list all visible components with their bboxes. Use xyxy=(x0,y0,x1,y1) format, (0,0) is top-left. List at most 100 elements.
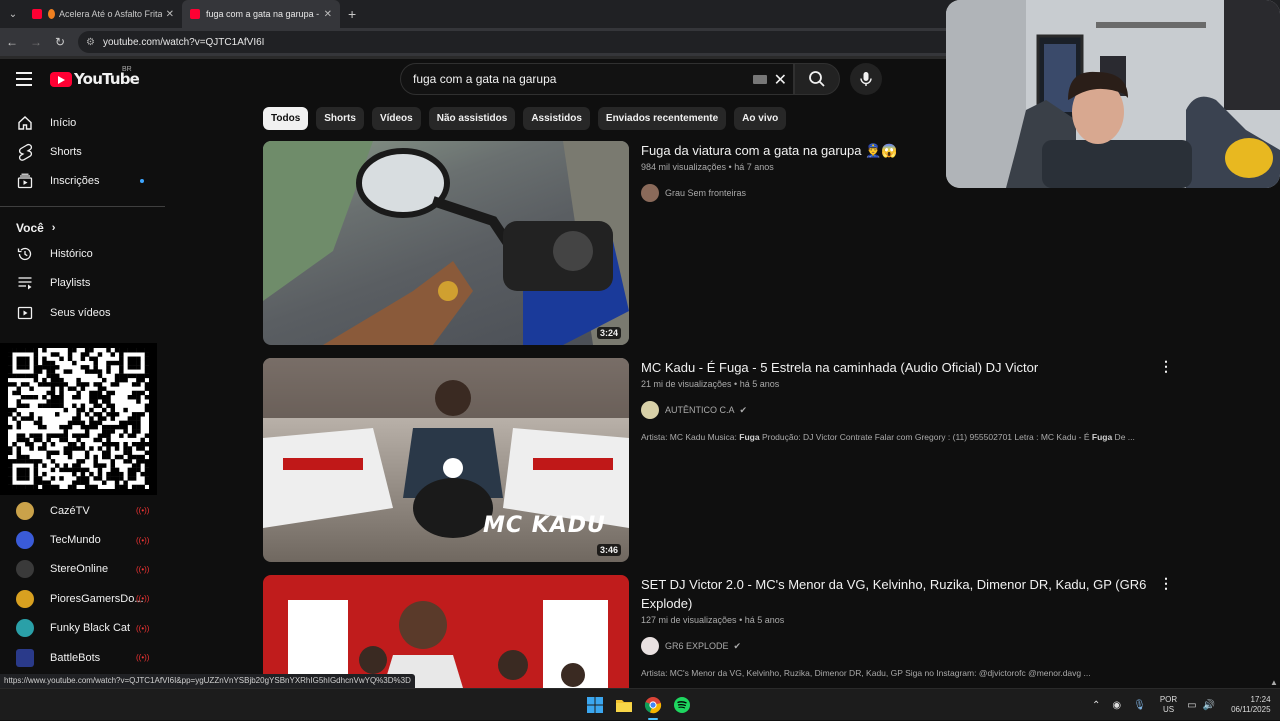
clock[interactable]: 17:24 06/11/2025 xyxy=(1231,695,1270,715)
qr-code-overlay xyxy=(0,343,157,495)
volume-icon[interactable]: 🔊 xyxy=(1203,700,1215,711)
subscription-label: Funky Black Cat xyxy=(50,622,131,635)
sidebar-divider xyxy=(0,206,165,208)
chip-shorts[interactable]: Shorts xyxy=(316,107,364,130)
subscription-item[interactable]: Funky Black Cat ((•)) xyxy=(0,614,165,643)
chip-live[interactable]: Ao vivo xyxy=(734,107,787,130)
subscription-label: BattleBots xyxy=(50,651,101,664)
sidebar-item-shorts[interactable]: Shorts xyxy=(0,137,165,166)
browser-tab-active[interactable]: fuga com a gata na garupa - Yo ✕ xyxy=(182,0,340,28)
browser-tab[interactable]: Acelera Até o Asfalto Fritar ✕ xyxy=(24,0,182,28)
channel-avatar xyxy=(16,589,34,608)
subscription-item[interactable]: CazéTV ((•)) xyxy=(0,496,165,525)
subscription-item[interactable]: PioresGamersDo... ((•)) xyxy=(0,584,165,613)
network-icon[interactable]: ▭ xyxy=(1187,700,1196,711)
more-actions-icon[interactable]: ⋮ xyxy=(1159,575,1173,592)
search-button[interactable] xyxy=(794,63,840,95)
chip-videos[interactable]: Vídeos xyxy=(371,107,421,130)
language-code: POR xyxy=(1159,695,1178,704)
channel-link[interactable]: AUTÊNTICO C.A ✔ xyxy=(641,401,1161,419)
video-thumbnail[interactable]: MC KADU 3:46 xyxy=(263,358,629,562)
subscription-item[interactable]: TecMundo ((•)) xyxy=(0,525,165,554)
sidebar-item-your-videos[interactable]: Seus vídeos xyxy=(0,298,165,327)
thumbnail-text: MC KADU xyxy=(483,513,606,538)
new-tab-button[interactable]: + xyxy=(348,6,356,22)
video-title[interactable]: SET DJ Victor 2.0 - MC's Menor da VG, Ke… xyxy=(641,575,1161,613)
video-meta: 127 mi de visualizações • há 5 anos xyxy=(641,615,785,625)
sidebar-item-playlists[interactable]: Playlists xyxy=(0,269,165,298)
video-title[interactable]: MC Kadu - É Fuga - 5 Estrela na caminhad… xyxy=(641,358,1161,377)
live-icon: ((•)) xyxy=(136,623,150,633)
thumbnail-art xyxy=(288,575,608,688)
chevron-right-icon: › xyxy=(51,222,56,235)
video-info: MC Kadu - É Fuga - 5 Estrela na caminhad… xyxy=(641,358,1161,442)
chip-watched[interactable]: Assistidos xyxy=(523,107,590,130)
subscription-item[interactable]: BattleBots ((•)) xyxy=(0,643,165,672)
upload-age: há 5 anos xyxy=(744,615,785,625)
file-explorer-icon[interactable] xyxy=(615,696,633,714)
keyboard-icon[interactable] xyxy=(753,75,767,84)
filter-chips: Todos Shorts Vídeos Não assistidos Assis… xyxy=(263,107,794,130)
back-icon[interactable]: ← xyxy=(0,35,24,49)
sidebar-section-you[interactable]: Você › xyxy=(0,217,165,239)
new-content-dot xyxy=(140,179,144,184)
discord-icon[interactable]: ◉ xyxy=(1112,700,1121,711)
live-icon: ((•)) xyxy=(136,506,150,516)
channel-name: AUTÊNTICO C.A xyxy=(665,405,735,415)
sidebar-item-home[interactable]: Início xyxy=(0,108,165,137)
subscription-label: StereOnline xyxy=(50,563,109,576)
spotify-icon[interactable] xyxy=(673,696,691,714)
verified-icon: ✔ xyxy=(739,404,748,415)
sidebar-item-history[interactable]: Histórico xyxy=(0,239,165,268)
site-info-icon[interactable]: ⚙ xyxy=(86,37,95,48)
view-count: 127 mi de visualizações xyxy=(641,615,737,625)
webcam-overlay xyxy=(946,0,1280,188)
video-description: Artista: MC Kadu Musica: Fuga Produção: … xyxy=(641,432,1161,442)
channel-avatar xyxy=(16,501,34,520)
country-code: BR xyxy=(122,66,132,73)
search-input[interactable]: fuga com a gata na garupa ✕ xyxy=(400,63,794,95)
forward-icon[interactable]: → xyxy=(24,35,48,49)
show-hidden-icons-icon[interactable]: ⌃ xyxy=(1092,700,1100,711)
history-icon xyxy=(16,245,34,263)
sidebar-item-label: Inscrições xyxy=(50,175,100,188)
close-tab-icon[interactable]: ✕ xyxy=(324,9,332,20)
close-tab-icon[interactable]: ✕ xyxy=(166,9,174,20)
more-actions-icon[interactable]: ⋮ xyxy=(1159,358,1173,375)
video-thumbnail[interactable] xyxy=(263,575,629,688)
sidebar-item-subscriptions[interactable]: Inscrições xyxy=(0,167,165,196)
channel-name: GR6 EXPLODE xyxy=(665,641,729,651)
description-text: Artista: MC Kadu Musica: xyxy=(641,432,740,442)
live-icon: ((•)) xyxy=(136,564,150,574)
clear-search-icon[interactable]: ✕ xyxy=(774,70,787,90)
chip-unwatched[interactable]: Não assistidos xyxy=(428,107,516,130)
youtube-logo[interactable]: YouTube BR xyxy=(50,66,140,88)
tab-search-button[interactable]: ⌄ xyxy=(2,3,24,25)
description-text: De ... xyxy=(1112,432,1135,442)
voice-search-button[interactable] xyxy=(850,63,882,95)
view-count: 984 mil visualizações xyxy=(641,162,727,172)
link-preview-status: https://www.youtube.com/watch?v=QJTC1AfV… xyxy=(0,674,415,688)
chip-all[interactable]: Todos xyxy=(263,107,309,130)
channel-avatar xyxy=(16,531,34,550)
video-thumbnail[interactable]: 3:24 xyxy=(263,141,629,345)
scrollbar-arrow-icon[interactable]: ▲ xyxy=(1270,678,1278,687)
chip-recently-uploaded[interactable]: Enviados recentemente xyxy=(597,107,727,130)
menu-icon[interactable] xyxy=(16,72,32,86)
tab-title: fuga com a gata na garupa - Yo xyxy=(206,9,320,19)
channel-link[interactable]: GR6 EXPLODE ✔ xyxy=(641,637,1161,655)
microphone-icon[interactable]: 🎙 xyxy=(1133,700,1146,711)
language-indicator[interactable]: POR US xyxy=(1160,695,1177,715)
subscription-label: PioresGamersDo... xyxy=(50,592,144,605)
windows-start-icon[interactable] xyxy=(586,696,604,714)
subscription-item[interactable]: StereOnline ((•)) xyxy=(0,555,165,584)
chrome-icon[interactable] xyxy=(644,696,662,714)
windows-taskbar: ⌃ ◉ 🎙 POR US ▭ 🔊 17:24 06/11/2025 xyxy=(0,688,1280,720)
live-icon: ((•)) xyxy=(136,594,150,604)
live-icon: ((•)) xyxy=(136,535,150,545)
video-description: Artista: MC's Menor da VG, Kelvinho, Ruz… xyxy=(641,668,1091,678)
reload-icon[interactable]: ↻ xyxy=(48,35,72,49)
shorts-icon xyxy=(16,143,34,161)
playlists-icon xyxy=(16,274,34,292)
fire-emoji-icon xyxy=(48,9,55,19)
